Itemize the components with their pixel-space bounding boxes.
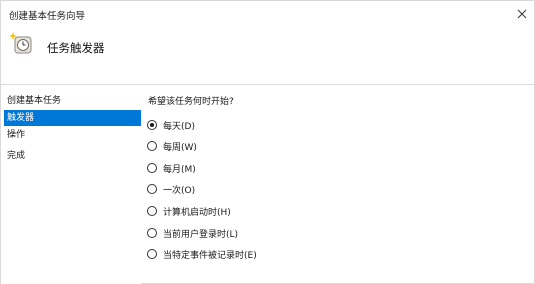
radio-at-startup[interactable]	[147, 206, 157, 216]
radio-on-event[interactable]	[147, 249, 157, 259]
sidebar-item-trigger[interactable]: 触发器	[4, 110, 141, 126]
page-title: 任务触发器	[47, 41, 105, 55]
wizard-steps-sidebar: 创建基本任务 触发器 操作 完成	[1, 87, 141, 284]
option-at-startup[interactable]: 计算机启动时(H)	[147, 204, 231, 218]
trigger-options-panel: 希望该任务何时开始? 每天(D) 每周(W) 每月(M) 一次(O) 计算机启动…	[141, 87, 533, 284]
option-label: 每周(W)	[163, 142, 197, 153]
trigger-question: 希望该任务何时开始?	[148, 97, 234, 107]
option-daily[interactable]: 每天(D)	[147, 118, 195, 132]
option-weekly[interactable]: 每周(W)	[147, 139, 197, 153]
sidebar-item-action[interactable]: 操作	[4, 127, 141, 143]
option-once[interactable]: 一次(O)	[147, 182, 195, 196]
sidebar-item-create-basic-task[interactable]: 创建基本任务	[4, 93, 141, 109]
option-label: 当特定事件被记录时(E)	[163, 250, 257, 261]
radio-once[interactable]	[147, 184, 157, 194]
close-button[interactable]	[512, 5, 532, 23]
option-label: 每天(D)	[163, 121, 195, 132]
wizard-window: 创建基本任务向导 任务触发器 创建基本任务 触发器 操作 完成 希望该任务何时开…	[0, 0, 535, 284]
option-on-event[interactable]: 当特定事件被记录时(E)	[147, 247, 257, 261]
radio-monthly[interactable]	[147, 163, 157, 173]
title-bar: 创建基本任务向导	[1, 1, 534, 27]
radio-at-logon[interactable]	[147, 228, 157, 238]
option-label: 一次(O)	[163, 185, 196, 196]
option-at-logon[interactable]: 当前用户登录时(L)	[147, 226, 238, 240]
radio-weekly[interactable]	[147, 141, 157, 151]
radio-daily[interactable]	[147, 120, 157, 130]
task-scheduler-clock-icon	[9, 32, 32, 54]
window-title: 创建基本任务向导	[9, 11, 86, 22]
close-icon	[517, 9, 527, 19]
sidebar-item-finish[interactable]: 完成	[4, 148, 141, 164]
option-label: 每月(M)	[163, 164, 196, 175]
wizard-header: 任务触发器	[1, 27, 534, 85]
option-label: 计算机启动时(H)	[163, 207, 231, 218]
option-label: 当前用户登录时(L)	[163, 229, 239, 240]
option-monthly[interactable]: 每月(M)	[147, 161, 196, 175]
